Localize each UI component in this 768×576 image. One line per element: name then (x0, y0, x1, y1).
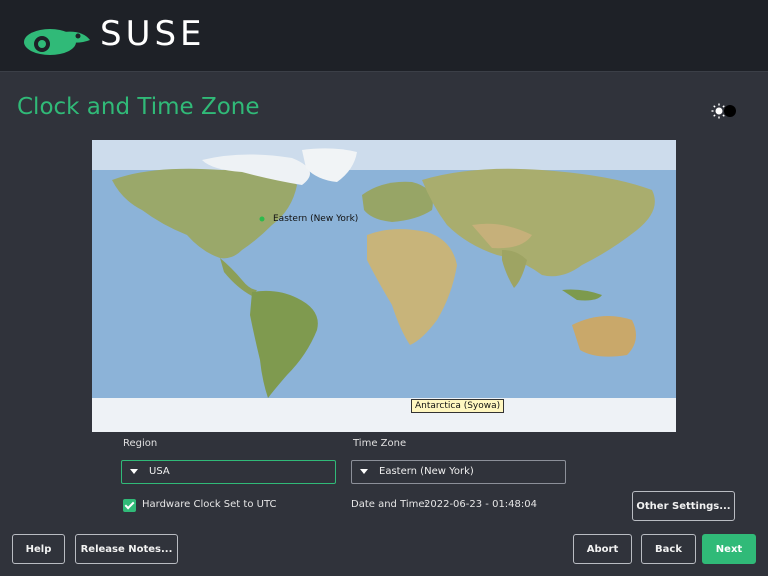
page-title: Clock and Time Zone (17, 94, 260, 120)
timezone-value: Eastern (New York) (379, 466, 474, 477)
hardware-clock-label[interactable]: Hardware Clock Set to UTC (142, 499, 276, 510)
release-notes-button[interactable]: Release Notes... (75, 534, 178, 564)
dropdown-arrow-icon (130, 469, 138, 474)
back-button[interactable]: Back (641, 534, 696, 564)
region-label: Region (123, 438, 158, 449)
timezone-label: Time Zone (353, 438, 407, 449)
region-select[interactable]: USA (121, 460, 336, 484)
next-button[interactable]: Next (702, 534, 756, 564)
world-map-graphic (92, 140, 676, 432)
date-time-value: 2022-06-23 - 01:48:04 (424, 499, 537, 510)
dropdown-arrow-icon (360, 469, 368, 474)
selected-timezone-map-label: Eastern (New York) (273, 214, 359, 224)
timezone-select[interactable]: Eastern (New York) (351, 460, 566, 484)
brand-name: SUSE (100, 14, 206, 54)
world-map[interactable]: Eastern (New York) Antarctica (Syowa) (92, 140, 676, 432)
map-tooltip: Antarctica (Syowa) (411, 399, 505, 413)
theme-toggle-icon[interactable] (711, 102, 737, 120)
hardware-clock-checkbox[interactable] (123, 499, 136, 512)
help-button[interactable]: Help (12, 534, 65, 564)
top-bar: SUSE (0, 0, 768, 72)
region-value: USA (149, 466, 170, 477)
date-time-label: Date and Time: (351, 499, 428, 510)
other-settings-button[interactable]: Other Settings... (632, 491, 735, 521)
abort-button[interactable]: Abort (573, 534, 632, 564)
selected-location-marker (259, 216, 265, 222)
suse-chameleon-icon (24, 29, 90, 55)
